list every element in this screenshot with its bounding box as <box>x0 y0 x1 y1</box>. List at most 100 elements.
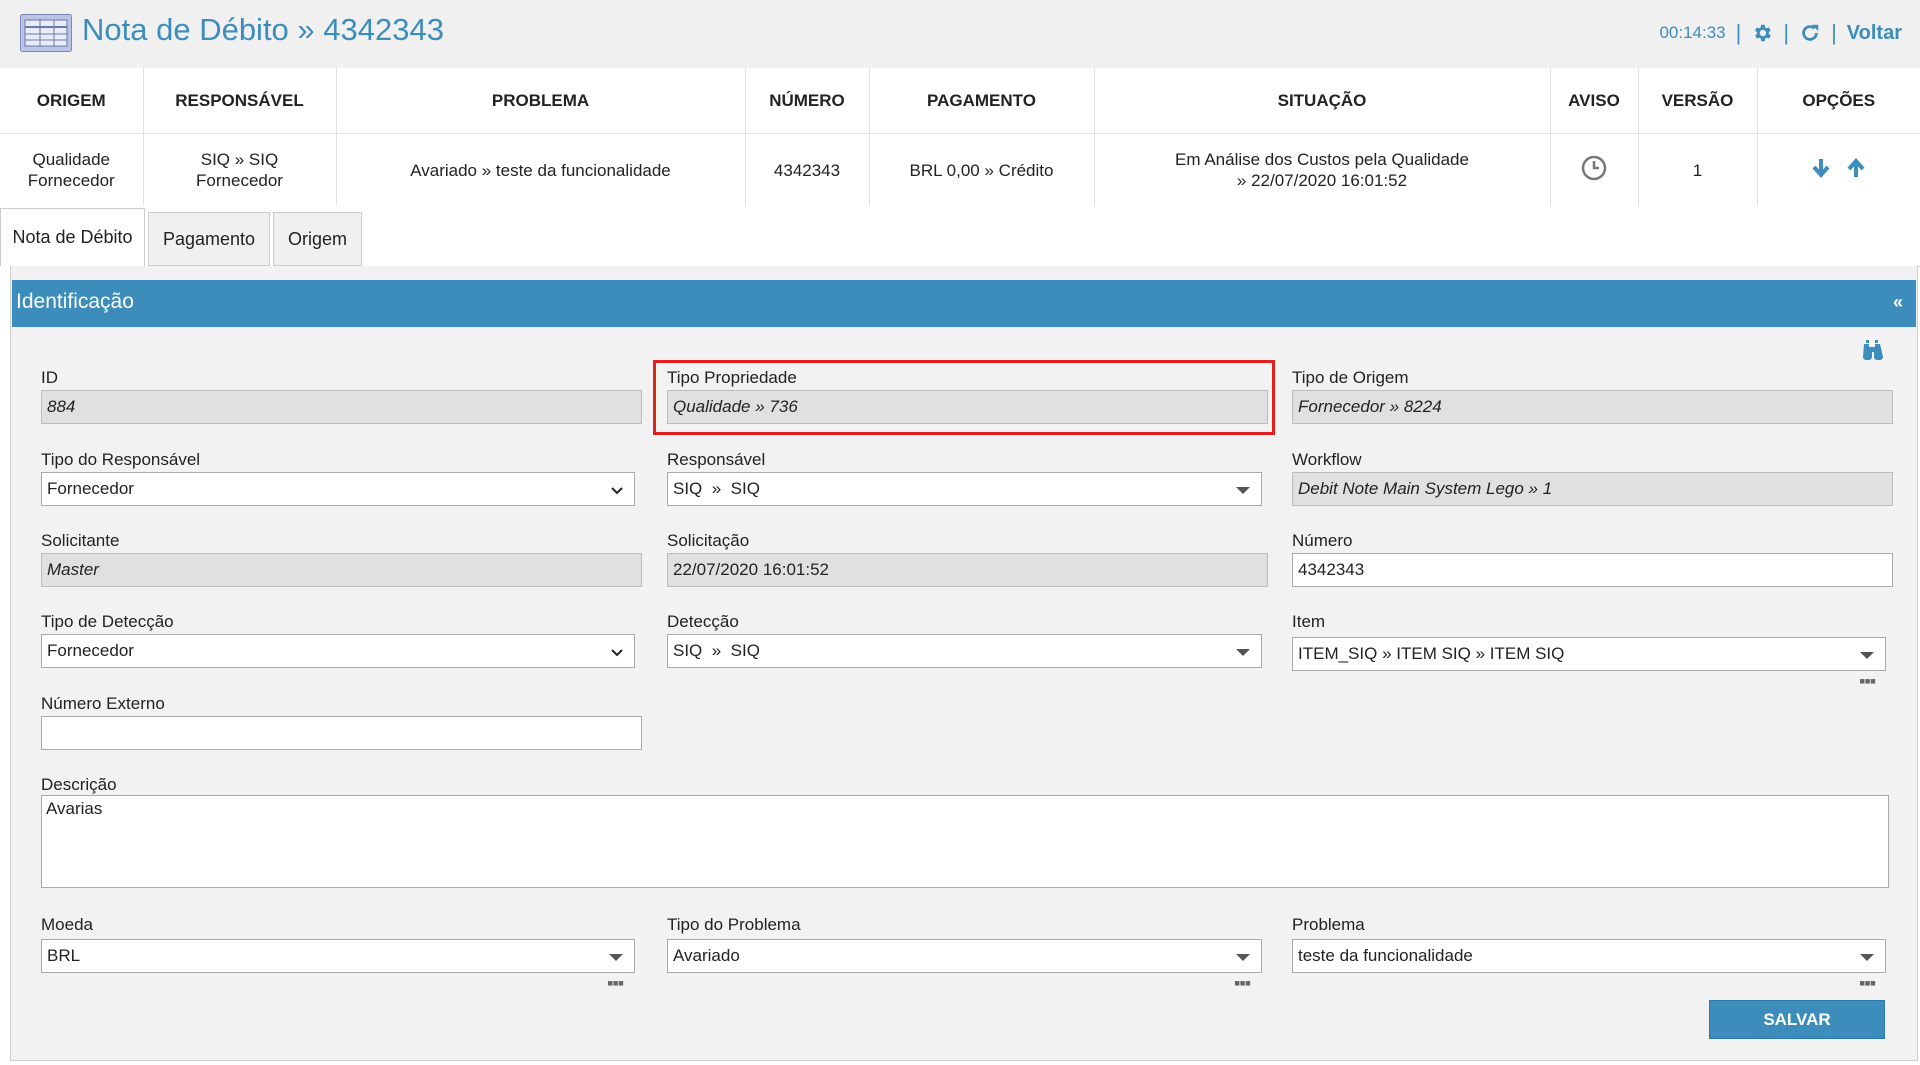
workflow-label: Workflow <box>1292 450 1362 469</box>
responsavel-line-2: Fornecedor <box>196 171 283 190</box>
cell-pagamento: BRL 0,00 » Crédito <box>869 133 1095 206</box>
panel-header <box>12 280 1916 327</box>
numero-input[interactable]: 4342343 <box>1292 553 1893 587</box>
col-origem: ORIGEM <box>0 68 144 134</box>
workflow-field: Debit Note Main System Lego » 1 <box>1292 472 1893 506</box>
tipo-responsavel-select[interactable]: Fornecedor <box>41 472 635 506</box>
panel-title: Identificação <box>16 290 134 313</box>
item-label: Item <box>1292 612 1326 631</box>
col-opcoes: OPÇÕES <box>1757 68 1920 134</box>
origem-line-1: Qualidade <box>32 150 110 169</box>
responsavel-line-1: SIQ » SIQ <box>200 150 279 169</box>
col-problema: PROBLEMA <box>336 68 746 134</box>
tipo-problema-value: Avariado <box>673 946 740 965</box>
descricao-label: Descrição <box>41 775 117 794</box>
col-numero: NÚMERO <box>745 68 870 134</box>
more-icon[interactable]: ▪▪▪ <box>1234 974 1251 992</box>
responsavel-value: SIQ » SIQ <box>673 479 760 498</box>
deteccao-value: SIQ » SIQ <box>673 641 760 660</box>
tipo-responsavel-label: Tipo do Responsável <box>41 450 201 469</box>
tab-pagamento[interactable]: Pagamento <box>148 212 270 266</box>
clock-icon[interactable] <box>1581 155 1607 186</box>
back-link[interactable]: Voltar <box>1847 22 1902 45</box>
col-pagamento: PAGAMENTO <box>869 68 1095 134</box>
moeda-value: BRL <box>47 946 81 965</box>
separator: | <box>1831 20 1837 45</box>
problema-select[interactable]: teste da funcionalidade <box>1292 939 1886 973</box>
problema-value: teste da funcionalidade <box>1298 946 1473 965</box>
table-row: Qualidade Fornecedor SIQ » SIQ Fornecedo… <box>0 133 1920 207</box>
table-icon <box>20 14 72 52</box>
separator: | <box>1735 20 1742 45</box>
id-field: 884 <box>41 390 642 424</box>
deteccao-label: Detecção <box>667 612 739 631</box>
tipo-deteccao-select[interactable]: Fornecedor <box>41 634 635 668</box>
tipo-origem-field: Fornecedor » 8224 <box>1292 390 1893 424</box>
cell-opcoes <box>1757 134 1920 207</box>
cell-aviso <box>1550 133 1639 206</box>
item-select[interactable]: ITEM_SIQ » ITEM SIQ » ITEM SIQ <box>1292 637 1886 671</box>
save-button[interactable]: SALVAR <box>1709 1000 1885 1039</box>
deteccao-select[interactable]: SIQ » SIQ <box>667 634 1262 668</box>
numero-externo-input[interactable] <box>41 716 642 750</box>
arrow-up-icon[interactable] <box>1845 157 1867 184</box>
item-value: ITEM_SIQ » ITEM SIQ » ITEM SIQ <box>1298 644 1565 663</box>
col-versao: VERSÃO <box>1638 68 1758 134</box>
solicitacao-label: Solicitação <box>667 531 750 550</box>
collapse-toggle[interactable]: « <box>1893 292 1903 313</box>
triangle-down-icon <box>1860 954 1874 961</box>
col-responsavel: RESPONSÁVEL <box>143 68 337 134</box>
id-label: ID <box>41 368 58 387</box>
tipo-deteccao-label: Tipo de Detecção <box>41 612 174 631</box>
cell-numero: 4342343 <box>745 133 870 206</box>
numero-label: Número <box>1292 531 1353 550</box>
summary-table: ORIGEM RESPONSÁVEL PROBLEMA NÚMERO PAGAM… <box>0 68 1920 206</box>
triangle-down-icon <box>1236 649 1250 656</box>
chevron-down-icon <box>610 482 624 502</box>
session-timer: 00:14:33 <box>1659 23 1726 42</box>
solicitacao-field: 22/07/2020 16:01:52 <box>667 553 1268 587</box>
tipo-problema-select[interactable]: Avariado <box>667 939 1262 973</box>
descricao-textarea[interactable]: Avarias <box>41 795 1889 888</box>
numero-externo-label: Número Externo <box>41 694 165 713</box>
triangle-down-icon <box>609 954 623 961</box>
gear-icon[interactable] <box>1751 22 1773 44</box>
cell-versao: 1 <box>1638 133 1758 206</box>
moeda-label: Moeda <box>41 915 93 934</box>
origem-line-2: Fornecedor <box>27 171 115 190</box>
tipo-responsavel-value: Fornecedor <box>47 479 134 498</box>
cell-responsavel: SIQ » SIQ Fornecedor <box>143 133 337 206</box>
tab-bar: Nota de Débito Pagamento Origem <box>0 208 1920 266</box>
binoculars-icon[interactable] <box>1861 340 1883 365</box>
highlight-box <box>653 360 1275 435</box>
responsavel-select[interactable]: SIQ » SIQ <box>667 472 1262 506</box>
chevron-down-icon <box>610 644 624 664</box>
tipo-origem-label: Tipo de Origem <box>1292 368 1409 387</box>
tipo-problema-label: Tipo do Problema <box>667 915 801 934</box>
situacao-line-1: Em Análise dos Custos pela Qualidade <box>1175 150 1469 169</box>
more-icon[interactable]: ▪▪▪ <box>607 974 624 992</box>
solicitante-field: Master <box>41 553 642 587</box>
more-icon[interactable]: ▪▪▪ <box>1859 974 1876 992</box>
triangle-down-icon <box>1860 652 1874 659</box>
tipo-deteccao-value: Fornecedor <box>47 641 134 660</box>
cell-origem: Qualidade Fornecedor <box>0 133 144 206</box>
arrow-down-icon[interactable] <box>1810 157 1832 184</box>
more-icon[interactable]: ▪▪▪ <box>1859 672 1876 690</box>
cell-problema: Avariado » teste da funcionalidade <box>336 133 746 206</box>
triangle-down-icon <box>1236 954 1250 961</box>
responsavel-label: Responsável <box>667 450 766 469</box>
header-toolbar: 00:14:33 | | | Voltar <box>1659 20 1902 46</box>
moeda-select[interactable]: BRL <box>41 939 635 973</box>
separator: | <box>1783 20 1790 45</box>
tab-origem[interactable]: Origem <box>273 212 362 266</box>
solicitante-label: Solicitante <box>41 531 120 550</box>
tab-nota-de-debito[interactable]: Nota de Débito <box>0 208 145 266</box>
cell-situacao: Em Análise dos Custos pela Qualidade » 2… <box>1094 133 1551 206</box>
summary-header-row: ORIGEM RESPONSÁVEL PROBLEMA NÚMERO PAGAM… <box>0 68 1920 134</box>
col-situacao: SITUAÇÃO <box>1094 68 1551 134</box>
col-aviso: AVISO <box>1550 68 1639 134</box>
page-title: Nota de Débito » 4342343 <box>82 12 444 47</box>
refresh-icon[interactable] <box>1799 22 1821 44</box>
problema-label: Problema <box>1292 915 1365 934</box>
